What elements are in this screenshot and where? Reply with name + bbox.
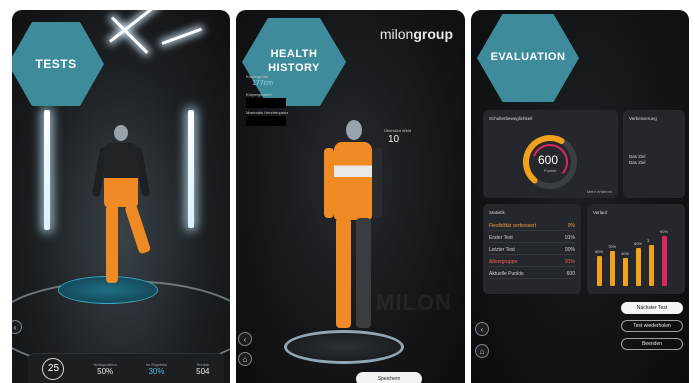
home-icon: ⌂ bbox=[479, 346, 485, 356]
height-label: Körpergröße bbox=[246, 74, 269, 79]
progress-bar-label: 60% bbox=[634, 241, 643, 246]
stat-row: Aktuelle Punkte 600 bbox=[489, 270, 575, 279]
brand-logo: milongroup bbox=[379, 26, 453, 42]
stat-row-value: 91% bbox=[564, 259, 575, 265]
progress-bar bbox=[636, 248, 641, 286]
badge-label: Übersicht Wirkt bbox=[384, 128, 412, 133]
back-button[interactable]: ‹ bbox=[475, 322, 489, 336]
progress-bar-label: 3 bbox=[647, 238, 650, 243]
stat-item: Nettoposition 50% bbox=[93, 361, 117, 376]
stat-row: Erster Test 91% bbox=[489, 234, 575, 243]
platform-ring bbox=[284, 330, 404, 364]
home-icon: ⌂ bbox=[242, 354, 248, 364]
stat-row-label: Aktuelle Punkte bbox=[489, 271, 524, 277]
back-button[interactable]: ‹ bbox=[238, 332, 252, 346]
statistics-title: Statistik bbox=[489, 210, 505, 215]
light-pillar-right bbox=[188, 110, 194, 228]
statistics-card: Statistik Flexibilität verbessert 0% Erste… bbox=[483, 204, 581, 294]
stat-item: Im Ergebnis 30% bbox=[145, 361, 168, 376]
home-button[interactable]: ⌂ bbox=[238, 352, 252, 366]
test-stats-bar: 25 Nettoposition 50% Im Ergebnis 30% Pun… bbox=[28, 353, 224, 383]
gauge-value: 600 bbox=[538, 153, 559, 167]
chevron-left-icon: ‹ bbox=[243, 334, 247, 344]
progress-bar-label: 60% bbox=[595, 249, 604, 254]
stat-row: Flexibilität verbessert 0% bbox=[489, 222, 575, 231]
health-title-line2: HISTORY bbox=[268, 62, 320, 74]
stat-row-value: 600 bbox=[566, 271, 575, 277]
note-line: Das Ziel bbox=[629, 154, 646, 159]
stat-row-value: 90% bbox=[564, 247, 575, 253]
stat-row-value: 0% bbox=[567, 223, 575, 229]
ceiling-light-strip bbox=[161, 27, 202, 45]
gauge-card: Schulterbeweglichkeit 600 Punkte Mehr er… bbox=[483, 110, 618, 198]
weight-field[interactable] bbox=[246, 98, 286, 108]
note-card-title: Verbesserung bbox=[629, 116, 657, 121]
gauge-value-label: Punkte bbox=[544, 168, 557, 173]
progress-bar bbox=[623, 258, 628, 286]
progress-bar-label: 70% bbox=[608, 244, 617, 249]
stat-row-label: Erster Test bbox=[489, 235, 513, 241]
evaluation-title: EVALUATION bbox=[490, 51, 566, 64]
progress-bar bbox=[610, 251, 615, 286]
badge-value[interactable]: 10 bbox=[388, 134, 399, 145]
light-pillar-left bbox=[44, 110, 50, 230]
stat-row: Letzter Test 90% bbox=[489, 246, 575, 255]
stat-row-value: 91% bbox=[564, 235, 575, 241]
evaluation-panel: EVALUATION Schulterbeweglichkeit 600 Pun… bbox=[471, 10, 689, 383]
stat-row: Altersgruppe 91% bbox=[489, 258, 575, 267]
health-history-panel: MILON milongroup HEALTH HISTORY Körpergr… bbox=[236, 10, 465, 383]
progress-bar-label: 90% bbox=[660, 229, 669, 234]
avatar-figure bbox=[318, 120, 388, 340]
chevron-left-icon: ‹ bbox=[480, 324, 484, 334]
stat-row-label: Altersgruppe bbox=[489, 259, 518, 265]
note-card: Verbesserung Das Ziel Das Ziel bbox=[623, 110, 685, 198]
progress-bar bbox=[662, 236, 667, 286]
max-hr-field[interactable] bbox=[246, 116, 286, 126]
progress-bar bbox=[649, 245, 654, 286]
avatar-figure bbox=[91, 125, 152, 295]
note-line: Das Ziel bbox=[629, 160, 646, 165]
tests-panel: TESTS ‹ 25 Nettoposition 50% Im Ergebnis… bbox=[12, 10, 230, 383]
progress-card: Verlauf 60% 70% 40% 60% 3 90% bbox=[587, 204, 685, 294]
stat-row-label: Letzter Test bbox=[489, 247, 515, 253]
chevron-left-icon: ‹ bbox=[13, 322, 17, 332]
home-button[interactable]: ⌂ bbox=[475, 344, 489, 358]
progress-bar-label: 40% bbox=[621, 251, 630, 256]
section-title-hex: TESTS bbox=[12, 22, 104, 106]
stat-row-label: Flexibilität verbessert bbox=[489, 223, 536, 229]
progress-bar bbox=[597, 256, 602, 286]
score-badge: 25 bbox=[42, 357, 65, 380]
tests-title: TESTS bbox=[35, 56, 77, 71]
height-value[interactable]: 177cm bbox=[252, 80, 273, 87]
next-test-button[interactable]: Nächster Test bbox=[621, 302, 683, 314]
finish-button[interactable]: Beenden bbox=[621, 338, 683, 350]
max-hr-label: Maximale Herzfrequenz bbox=[246, 110, 289, 115]
section-title-hex: EVALUATION bbox=[477, 14, 579, 102]
stat-item: Punkte 504 bbox=[196, 361, 210, 376]
weight-label: Körpergewicht bbox=[246, 92, 272, 97]
gauge-footer-link[interactable]: Mehr erfahren bbox=[587, 189, 612, 194]
health-title-line1: HEALTH bbox=[270, 48, 318, 61]
repeat-test-button[interactable]: Test wiederholen bbox=[621, 320, 683, 332]
save-button[interactable]: Speichern bbox=[356, 372, 422, 383]
